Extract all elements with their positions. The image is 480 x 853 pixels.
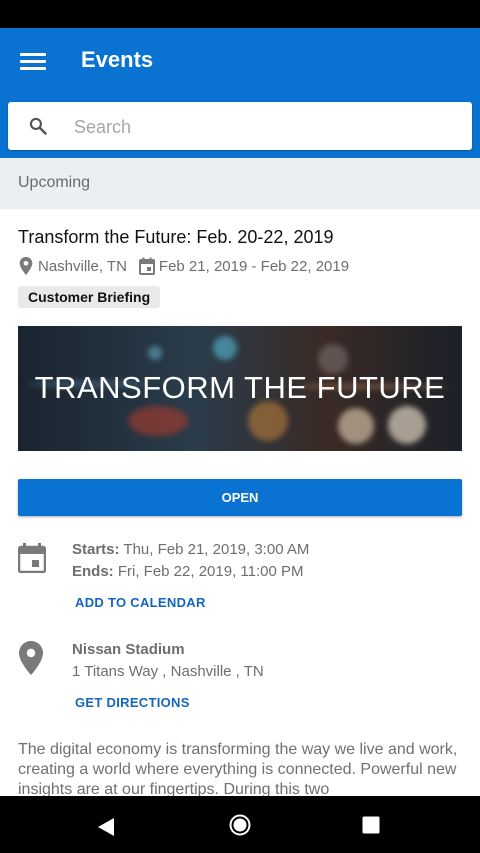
app-bar: Events (0, 28, 480, 158)
location-pin-icon (19, 257, 33, 275)
status-bar (0, 0, 480, 28)
get-directions-link[interactable]: GET DIRECTIONS (75, 695, 190, 710)
starts-value: Thu, Feb 21, 2019, 3:00 AM (123, 541, 310, 558)
calendar-icon (138, 257, 155, 275)
event-ends: Ends: Fri, Feb 22, 2019, 11:00 PM (72, 563, 304, 580)
event-tag: Customer Briefing (18, 286, 161, 308)
venue-address: 1 Titans Way , Nashville , TN (72, 663, 264, 680)
open-button[interactable]: OPEN (18, 479, 462, 516)
event-description: The digital economy is transforming the … (18, 741, 458, 798)
location-pin-icon (19, 641, 43, 675)
starts-label: Starts: (72, 541, 120, 558)
recents-icon[interactable] (362, 816, 380, 834)
ends-value: Fri, Feb 22, 2019, 11:00 PM (117, 563, 304, 580)
calendar-icon (18, 543, 46, 573)
event-banner-image: TRANSFORM THE FUTURE (18, 326, 462, 451)
event-date-range: Feb 21, 2019 - Feb 22, 2019 (158, 257, 350, 275)
back-icon[interactable] (96, 817, 116, 837)
event-title: Transform the Future: Feb. 20-22, 2019 (18, 227, 334, 247)
section-label: Upcoming (18, 174, 91, 191)
hamburger-menu-icon[interactable] (20, 50, 46, 72)
venue-name: Nissan Stadium (72, 641, 185, 658)
ends-label: Ends: (72, 563, 114, 580)
event-starts: Starts: Thu, Feb 21, 2019, 3:00 AM (72, 541, 309, 558)
home-icon[interactable] (229, 814, 251, 836)
search-icon (29, 117, 47, 135)
section-header-upcoming: Upcoming (0, 158, 480, 209)
page-title: Events (81, 47, 154, 72)
banner-text: TRANSFORM THE FUTURE (34, 370, 446, 405)
event-meta: Nashville, TN Feb 21, 2019 - Feb 22, 201… (18, 256, 349, 276)
event-location: Nashville, TN (38, 257, 127, 275)
search-bar[interactable] (8, 102, 472, 152)
search-input[interactable] (72, 102, 466, 152)
add-to-calendar-link[interactable]: ADD TO CALENDAR (75, 595, 206, 610)
